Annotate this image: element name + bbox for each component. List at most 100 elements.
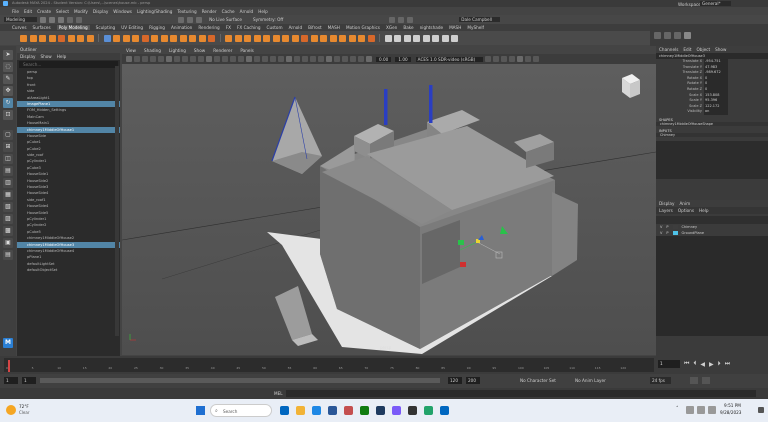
symmetry-label[interactable]: Symmetry: Off <box>253 17 283 22</box>
wifi-icon[interactable] <box>686 406 694 414</box>
menu-item-file[interactable]: File <box>12 9 19 14</box>
shelf-tool-icon[interactable] <box>122 34 130 42</box>
shelf-tool-icon[interactable] <box>48 34 56 42</box>
shelf-tab-xgen[interactable]: XGen <box>386 25 397 30</box>
redo-icon[interactable] <box>76 16 83 23</box>
channel-box-tab-show[interactable]: Show <box>715 47 726 52</box>
maya-m-icon[interactable]: M <box>3 338 13 348</box>
shelf-tab-surfaces[interactable]: Surfaces <box>33 25 51 30</box>
shelf-tool-icon[interactable] <box>358 34 365 42</box>
camera-near-value-field[interactable]: 0.00 <box>376 56 392 62</box>
taskbar-app-icon[interactable] <box>296 406 305 415</box>
shelf-tool-icon[interactable] <box>77 34 84 42</box>
outliner-item[interactable]: defaultObjectSet <box>17 267 120 273</box>
select-tool-icon[interactable]: ➤ <box>3 50 13 60</box>
windows-start-icon[interactable] <box>196 406 205 415</box>
shelf-tool-icon[interactable] <box>244 34 251 42</box>
shelf-tool-icon[interactable] <box>348 34 356 42</box>
shelf-tool-icon[interactable] <box>113 34 120 42</box>
lasso-tool-icon[interactable]: ◌ <box>3 62 13 72</box>
shelf-tool-icon[interactable] <box>29 34 37 42</box>
layer-editor-tab-display[interactable]: Display <box>659 201 674 206</box>
shelf-tab-mash[interactable]: MASH <box>328 25 340 30</box>
shelf-tool-icon[interactable] <box>132 34 139 42</box>
modeling-toolkit-icon[interactable] <box>654 32 661 39</box>
taskbar-app-icon[interactable] <box>392 406 401 415</box>
viewport-tool-icon[interactable] <box>342 56 348 62</box>
tool-settings-toggle-icon[interactable] <box>674 32 681 39</box>
viewport-menu-shading[interactable]: Shading <box>144 48 161 53</box>
viewport-tool-icon[interactable] <box>214 56 220 62</box>
viewport-tool-icon[interactable] <box>262 56 268 62</box>
taskbar-app-icon[interactable] <box>376 406 385 415</box>
layer-playback-toggle[interactable]: P <box>666 225 668 229</box>
layer-visibility-toggle[interactable]: V <box>660 231 662 235</box>
viewport-tool-icon[interactable] <box>222 56 228 62</box>
front-step-block[interactable] <box>275 286 312 340</box>
viewport-tool-icon[interactable] <box>310 56 316 62</box>
weather-icon[interactable] <box>6 405 16 415</box>
menu-item-windows[interactable]: Windows <box>113 9 132 14</box>
shelf-tool-icon[interactable] <box>441 34 449 42</box>
shelf-tool-icon[interactable] <box>103 34 111 42</box>
weather-desc[interactable]: Clear <box>19 410 29 415</box>
shelf-tool-icon[interactable] <box>86 34 94 42</box>
menu-item-arnold[interactable]: Arnold <box>240 9 254 14</box>
anim-prefs-icon[interactable] <box>702 377 710 384</box>
viewport-tool-icon[interactable] <box>150 56 156 62</box>
clock-date[interactable]: 9/28/2023 <box>720 410 741 415</box>
layer-visibility-toggle[interactable]: V <box>660 225 662 229</box>
layer-editor-menu-options[interactable]: Options <box>678 208 694 213</box>
menu-item-texturing[interactable]: Texturing <box>177 9 196 14</box>
shelf-tool-icon[interactable] <box>320 34 327 42</box>
shelf-tool-icon[interactable] <box>160 34 168 42</box>
shelf-tool-icon[interactable] <box>234 34 242 42</box>
shelf-tab-animation[interactable]: Animation <box>171 25 192 30</box>
shelf-tool-icon[interactable] <box>413 34 420 42</box>
shelf-tab-uvediting[interactable]: UV Editing <box>121 25 143 30</box>
channel-box-tab-edit[interactable]: Edit <box>683 47 691 52</box>
shelf-tool-icon[interactable] <box>141 34 149 42</box>
character-set-select[interactable]: No Character Set <box>520 378 556 383</box>
layer-color-swatch[interactable] <box>672 225 678 229</box>
taskbar-app-icon[interactable] <box>424 406 433 415</box>
camera-far-value-field[interactable]: 1.00 <box>395 56 411 62</box>
viewport-tool-icon[interactable] <box>326 56 332 62</box>
menu-item-render[interactable]: Render <box>202 9 217 14</box>
shelf-tab-bake[interactable]: Bake <box>403 25 413 30</box>
persp-graph-icon[interactable]: ▤ <box>3 166 13 176</box>
viewport-tool-icon[interactable] <box>509 56 516 62</box>
shelf-tool-icon[interactable] <box>170 34 177 42</box>
workspace-select[interactable]: General* <box>700 1 731 6</box>
shelf-tool-icon[interactable] <box>272 34 280 42</box>
viewport-tool-icon[interactable] <box>350 56 356 62</box>
viewport-tool-icon[interactable] <box>206 56 212 62</box>
viewport-tool-icon[interactable] <box>126 56 132 62</box>
gizmo-handle-z[interactable] <box>458 240 464 245</box>
viewport-tool-icon[interactable] <box>134 56 140 62</box>
clock-time[interactable]: 9:51 PM <box>724 403 741 408</box>
layer-playback-toggle[interactable]: P <box>666 231 668 235</box>
shelf-tool-icon[interactable] <box>310 34 318 42</box>
channel-attribute[interactable]: Visibility on <box>656 109 768 115</box>
viewport-tool-icon[interactable] <box>533 56 540 62</box>
go-to-start-icon[interactable]: ⏮ <box>684 360 689 368</box>
viewport-menu-view[interactable]: View <box>126 48 136 53</box>
shelf-tool-icon[interactable] <box>151 34 158 42</box>
viewport-tool-icon[interactable] <box>158 56 164 62</box>
shelf-tool-icon[interactable] <box>329 34 337 42</box>
viewport-menu-show[interactable]: Show <box>194 48 205 53</box>
gizmo-handle-x[interactable] <box>460 262 466 267</box>
shelf-tab-polymodeling[interactable]: Poly Modeling <box>56 25 90 30</box>
shelf-tool-icon[interactable] <box>301 34 308 42</box>
step-back-icon[interactable]: ⏴ <box>693 360 696 368</box>
shelf-tool-icon[interactable] <box>263 34 270 42</box>
scene-svg[interactable] <box>122 64 656 355</box>
chimney-pipe-2[interactable] <box>429 85 433 123</box>
auto-key-icon[interactable] <box>690 377 698 384</box>
viewport-tool-icon[interactable] <box>174 56 180 62</box>
shelf-tab-arnold[interactable]: Arnold <box>289 25 303 30</box>
single-view-icon[interactable]: ▢ <box>3 130 13 140</box>
notifications-icon[interactable] <box>758 407 764 413</box>
snap-point-icon[interactable] <box>196 16 203 23</box>
